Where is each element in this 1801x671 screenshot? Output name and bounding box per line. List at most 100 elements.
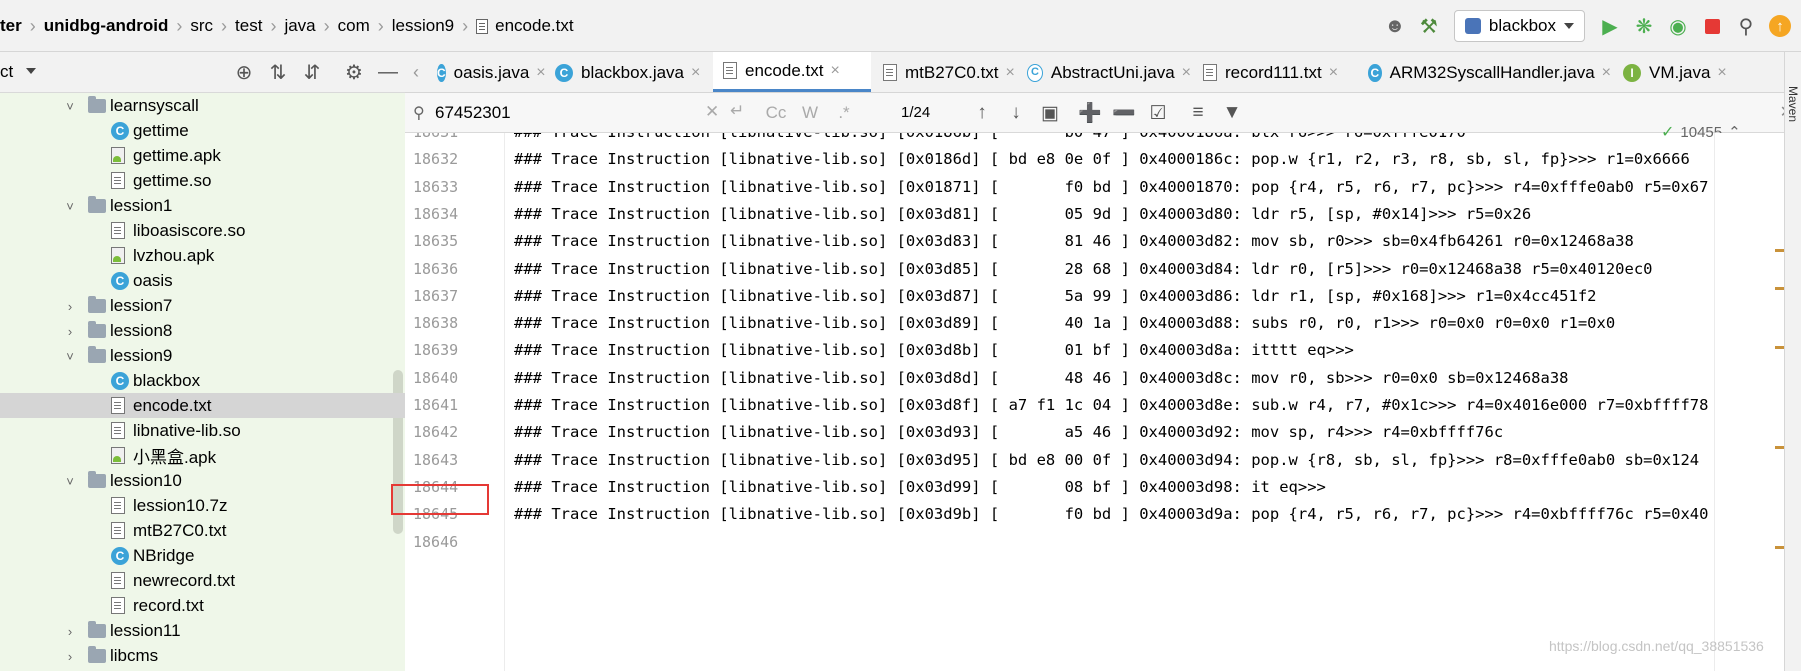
tree-item[interactable]: libnative-lib.so bbox=[0, 418, 405, 443]
tree-item[interactable]: 小黑盒.apk bbox=[0, 443, 405, 468]
tree-item[interactable]: gettime.apk bbox=[0, 143, 405, 168]
new-line-icon[interactable]: ↵ bbox=[730, 101, 744, 121]
tree-item[interactable]: › lession7 bbox=[0, 293, 405, 318]
breadcrumb-item[interactable]: test bbox=[235, 16, 262, 36]
breadcrumb-item[interactable]: com bbox=[338, 16, 370, 36]
breadcrumb-item[interactable]: encode.txt bbox=[495, 16, 573, 36]
tree-item[interactable]: newrecord.txt bbox=[0, 568, 405, 593]
search-icon[interactable]: ⚲ bbox=[1729, 9, 1763, 43]
run-config-label: blackbox bbox=[1488, 16, 1556, 35]
folder-icon bbox=[88, 646, 106, 663]
chevron-right-icon[interactable]: › bbox=[63, 324, 77, 339]
breadcrumb-item[interactable]: src bbox=[190, 16, 213, 36]
java-class-icon: C bbox=[555, 63, 573, 82]
maven-tool-tab[interactable]: Maven bbox=[1786, 86, 1800, 122]
tree-item[interactable]: Cgettime bbox=[0, 118, 405, 143]
apk-file-icon bbox=[111, 147, 125, 164]
chevron-down-icon bbox=[25, 68, 36, 74]
arrow-up-icon[interactable]: ↑ bbox=[965, 96, 999, 130]
tree-item[interactable]: ˅ lession10 bbox=[0, 468, 405, 493]
line-number: 18634 bbox=[413, 204, 459, 223]
tree-item[interactable]: liboasiscore.so bbox=[0, 218, 405, 243]
breadcrumb-item[interactable]: lession9 bbox=[392, 16, 454, 36]
tree-item[interactable]: ˅ learnsyscall bbox=[0, 93, 405, 118]
clear-icon[interactable]: ✕ bbox=[705, 102, 719, 122]
tree-item[interactable]: record.txt bbox=[0, 593, 405, 618]
whole-words-toggle[interactable]: W bbox=[795, 99, 825, 127]
build-hammer-icon[interactable]: ⚒ bbox=[1412, 9, 1446, 43]
editor-tab[interactable]: C AbstractUni.java × bbox=[1017, 52, 1191, 92]
add-occurrence-icon[interactable]: ➕ bbox=[1073, 96, 1107, 130]
stop-icon[interactable] bbox=[1695, 9, 1729, 43]
editor-tab[interactable]: I VM.java × bbox=[1613, 52, 1763, 92]
editor-tab[interactable]: Coasis.java × bbox=[427, 52, 546, 92]
chevron-right-icon[interactable]: › bbox=[63, 649, 77, 664]
run-icon[interactable]: ▶ bbox=[1593, 9, 1627, 43]
tree-item[interactable]: Coasis bbox=[0, 268, 405, 293]
arrow-down-icon[interactable]: ↓ bbox=[999, 96, 1033, 130]
breadcrumb-item[interactable]: java bbox=[284, 16, 315, 36]
minimize-icon[interactable]: — bbox=[371, 55, 405, 89]
chevron-right-icon[interactable]: › bbox=[63, 624, 77, 639]
chevron-down-icon[interactable]: ˅ bbox=[63, 474, 77, 489]
search-input[interactable] bbox=[435, 99, 660, 127]
expand-all-icon[interactable]: ⇅ bbox=[261, 55, 295, 89]
close-tab-icon[interactable]: × bbox=[1602, 64, 1611, 82]
tree-item[interactable]: ˅ lession9 bbox=[0, 343, 405, 368]
tree-item[interactable]: C NBridge bbox=[0, 543, 405, 568]
regex-toggle[interactable]: .* bbox=[829, 99, 859, 127]
editor-tabs: ‹ Coasis.java × Cblackbox.java × encode.txt ×… bbox=[405, 52, 1801, 93]
tree-item[interactable]: › lession11 bbox=[0, 618, 405, 643]
tree-item[interactable]: ˅ lession1 bbox=[0, 193, 405, 218]
update-icon[interactable]: ↑ bbox=[1763, 9, 1797, 43]
debug-icon[interactable]: ❋ bbox=[1627, 9, 1661, 43]
tree-item[interactable]: lession10.7z bbox=[0, 493, 405, 518]
code-line: ### Trace Instruction [libnative-lib.so]… bbox=[514, 286, 1597, 305]
chevron-down-icon[interactable]: ˅ bbox=[63, 349, 77, 364]
watermark: https://blog.csdn.net/qq_38851536 bbox=[1549, 638, 1764, 654]
tree-item-label: libcms bbox=[110, 645, 159, 665]
match-case-toggle[interactable]: Cc bbox=[761, 99, 791, 127]
editor-tab[interactable]: C ARM32SyscallHandler.java × bbox=[1358, 52, 1611, 92]
error-stripe[interactable] bbox=[1714, 133, 1785, 671]
tree-item[interactable]: Cblackbox bbox=[0, 368, 405, 393]
tree-item[interactable]: mtB27C0.txt bbox=[0, 518, 405, 543]
search-icon[interactable]: ⚲ bbox=[413, 103, 425, 123]
tree-item[interactable]: lvzhou.apk bbox=[0, 243, 405, 268]
select-all-matches-icon[interactable]: ☑ bbox=[1141, 96, 1175, 130]
tree-item[interactable]: › libcms bbox=[0, 643, 405, 668]
breadcrumb-item[interactable]: unidbg-android bbox=[44, 16, 169, 36]
editor-tab[interactable]: Cblackbox.java × bbox=[545, 52, 711, 92]
project-view-selector[interactable]: ct bbox=[0, 62, 36, 82]
editor-tab[interactable]: encode.txt × bbox=[713, 52, 871, 92]
gear-icon[interactable]: ⚙ bbox=[337, 55, 371, 89]
close-tab-icon[interactable]: × bbox=[691, 64, 700, 82]
chevron-right-icon[interactable]: › bbox=[63, 299, 77, 314]
code-area[interactable]: ### Trace Instruction [libnative-lib.so]… bbox=[505, 133, 1714, 671]
select-all-occurrences-icon[interactable]: ▣ bbox=[1033, 96, 1067, 130]
editor-tab[interactable]: record111.txt × bbox=[1193, 52, 1356, 92]
collapse-all-icon[interactable]: ⇵ bbox=[295, 55, 329, 89]
close-tab-icon[interactable]: × bbox=[1329, 64, 1338, 82]
close-tab-icon[interactable]: × bbox=[1182, 64, 1191, 82]
chevron-down-icon[interactable]: ˅ bbox=[63, 199, 77, 214]
tree-item[interactable]: gettime.so bbox=[0, 168, 405, 193]
multiline-icon[interactable]: ≡ bbox=[1181, 96, 1215, 130]
remove-occurrence-icon[interactable]: ➖ bbox=[1107, 96, 1141, 130]
close-tab-icon[interactable]: × bbox=[1717, 64, 1726, 82]
person-icon[interactable]: ☻ bbox=[1378, 9, 1412, 43]
chevron-down-icon[interactable]: ˅ bbox=[63, 99, 77, 114]
close-tab-icon[interactable]: × bbox=[1006, 64, 1015, 82]
tree-item[interactable]: encode.txt bbox=[0, 393, 405, 418]
run-config-select[interactable]: blackbox bbox=[1453, 10, 1585, 42]
chevron-left-icon[interactable]: ‹ bbox=[405, 52, 427, 92]
locate-icon[interactable]: ⊕ bbox=[227, 55, 261, 89]
editor-tab[interactable]: mtB27C0.txt × bbox=[873, 52, 1015, 92]
coverage-icon[interactable]: ◉ bbox=[1661, 9, 1695, 43]
tree-item[interactable]: › lession8 bbox=[0, 318, 405, 343]
line-number: 18635 bbox=[413, 232, 459, 251]
close-tab-icon[interactable]: × bbox=[830, 62, 839, 80]
filter-icon[interactable]: ▼ bbox=[1215, 96, 1249, 130]
breadcrumb-item[interactable]: ter bbox=[0, 16, 22, 36]
tab-label: AbstractUni.java bbox=[1050, 62, 1175, 82]
